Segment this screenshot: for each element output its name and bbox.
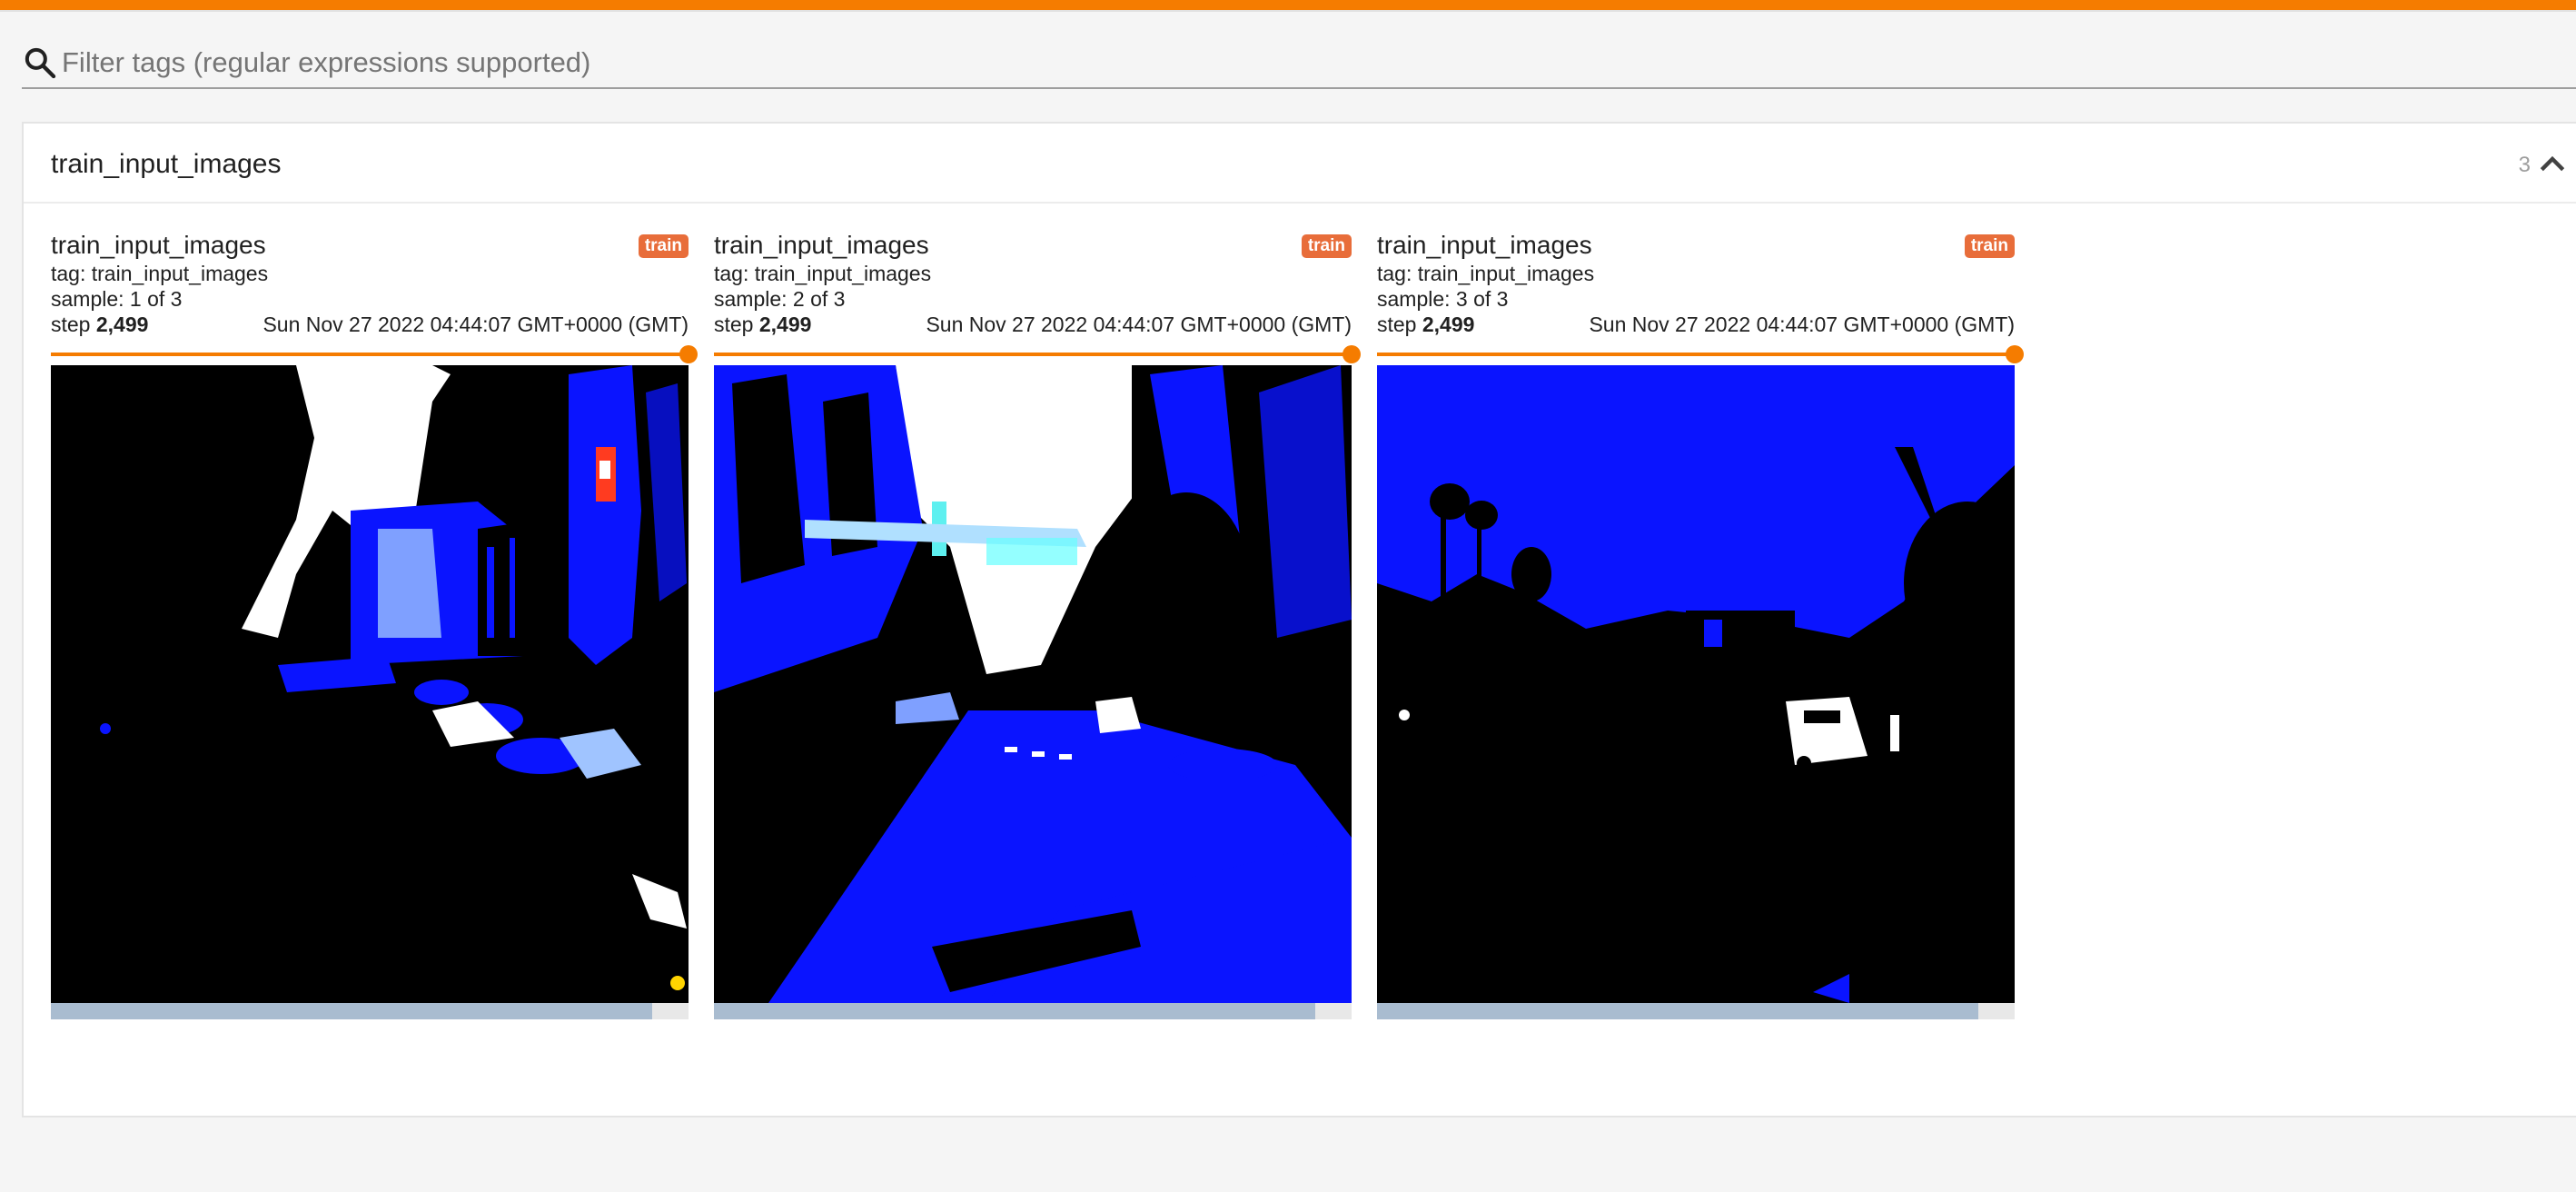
step-label: step xyxy=(714,313,754,336)
step-line: step 2,499 xyxy=(714,313,811,337)
sample-line: sample: 1 of 3 xyxy=(51,287,183,311)
step-slider[interactable] xyxy=(1377,345,2024,363)
card-header[interactable]: train_input_images 3 xyxy=(24,124,2576,204)
run-badge: train xyxy=(638,234,689,258)
tag-filter-input[interactable] xyxy=(62,46,2514,79)
run-badge: train xyxy=(1964,234,2015,258)
timestamp: Sun Nov 27 2022 04:44:07 GMT+0000 (GMT) xyxy=(926,313,1352,336)
step-line: step 2,499 xyxy=(51,313,148,337)
step-label: step xyxy=(1377,313,1417,336)
slider-track xyxy=(714,353,1352,356)
sample-image xyxy=(51,365,689,1003)
step-value: 2,499 xyxy=(758,313,812,336)
slider-track xyxy=(1377,353,2015,356)
step-slider[interactable] xyxy=(51,345,698,363)
timestamp: Sun Nov 27 2022 04:44:07 GMT+0000 (GMT) xyxy=(1589,313,2015,336)
scrollbar-thumb[interactable] xyxy=(51,1003,652,1019)
panel-title: train_input_images xyxy=(51,231,266,259)
tag-group-card: train_input_images 3 train_input_images … xyxy=(22,122,2576,1118)
slider-thumb[interactable] xyxy=(679,345,698,363)
sample-image xyxy=(1377,365,2015,1003)
card-title: train_input_images xyxy=(51,149,282,179)
panel-title: train_input_images xyxy=(1377,231,1592,259)
step-slider[interactable] xyxy=(714,345,1361,363)
step-line: step 2,499 xyxy=(1377,313,1474,337)
chevron-up-icon[interactable] xyxy=(2534,145,2571,182)
search-icon xyxy=(25,47,56,79)
scrollbar-thumb[interactable] xyxy=(1377,1003,1978,1019)
image-scrollbar[interactable] xyxy=(714,1003,1352,1019)
step-value: 2,499 xyxy=(1422,313,1475,336)
slider-track xyxy=(51,353,689,356)
tag-filter xyxy=(22,38,2576,89)
card-count: 3 xyxy=(2518,153,2531,177)
run-badge: train xyxy=(1301,234,1352,258)
image-scrollbar[interactable] xyxy=(51,1003,689,1019)
sample-image xyxy=(714,365,1352,1003)
top-accent-bar xyxy=(0,0,2576,12)
tag-line: tag: train_input_images xyxy=(714,262,932,285)
step-label: step xyxy=(51,313,91,336)
image-scrollbar[interactable] xyxy=(1377,1003,2015,1019)
sample-line: sample: 3 of 3 xyxy=(1377,287,1509,311)
panel-title: train_input_images xyxy=(714,231,929,259)
sample-line: sample: 2 of 3 xyxy=(714,287,846,311)
step-value: 2,499 xyxy=(95,313,149,336)
tag-line: tag: train_input_images xyxy=(51,262,269,285)
slider-thumb[interactable] xyxy=(2006,345,2024,363)
slider-thumb[interactable] xyxy=(1342,345,1361,363)
tag-line: tag: train_input_images xyxy=(1377,262,1595,285)
scrollbar-thumb[interactable] xyxy=(714,1003,1315,1019)
timestamp: Sun Nov 27 2022 04:44:07 GMT+0000 (GMT) xyxy=(263,313,689,336)
